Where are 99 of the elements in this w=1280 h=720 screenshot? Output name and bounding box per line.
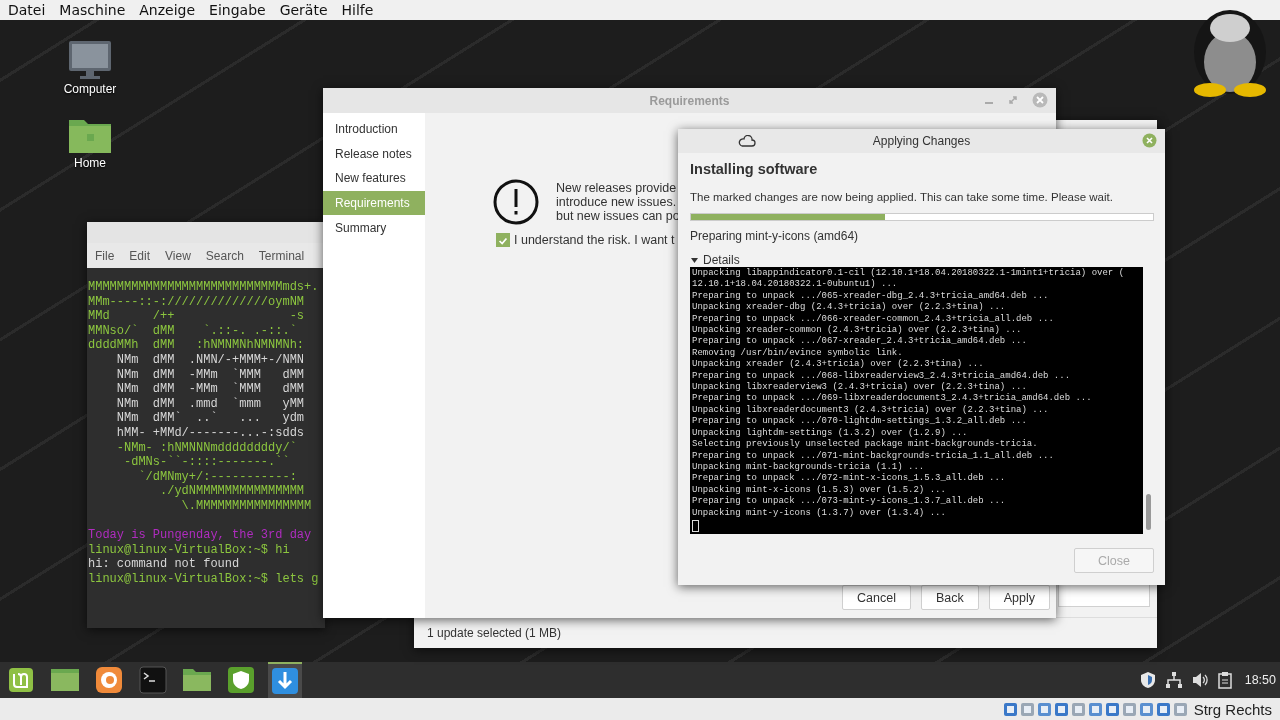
menu-item[interactable]: Anzeige [139, 2, 196, 18]
vm-status-icon[interactable] [1155, 701, 1171, 717]
log-line: Preparing to unpack .../069-libxreaderdocument3_2.4.3+tricia_amd64.deb ... [692, 393, 1093, 405]
vm-status-icon[interactable] [1087, 701, 1103, 717]
terminal-line: NMm dMM -MMm `MMM dMM [115, 367, 306, 382]
dialog-button[interactable]: Cancel [842, 585, 911, 610]
terminal-line: MMd /++ -s [88, 309, 306, 324]
message-text: New releases provide [556, 181, 678, 195]
terminal-line: ./ydNMMMMMMMMMMMMMMM [159, 484, 306, 499]
terminal-line: NMm dMM -MMm `MMM dMM [115, 382, 306, 397]
description-text: The marked changes are now being applied. This can take some time. Please wait. [690, 191, 1114, 203]
close-icon[interactable] [1032, 92, 1048, 108]
host-key-label: Strg Rechts [1193, 700, 1272, 718]
terminal-line: MMMMMMMMMMMMMMMMMMMMMMMMMMMmds+. [88, 280, 320, 295]
text-cursor [692, 519, 699, 532]
terminal-line: \.MMMMMMMMMMMMMMMM [180, 498, 313, 514]
log-line: Unpacking mint-x-icons (1.5.3) over (1.5.2) ... [692, 484, 947, 496]
menu-item[interactable]: File [95, 248, 115, 263]
vm-status-icon[interactable] [1019, 701, 1035, 717]
cloud-icon [738, 135, 756, 147]
log-line: Unpacking mint-y-icons (1.3.7) over (1.3.4) ... [692, 507, 947, 519]
window-title: Applying Changes [872, 134, 971, 148]
sidebar-item[interactable]: New features [323, 166, 425, 191]
desktop-icon-label[interactable]: Home [74, 156, 106, 170]
vm-status-icon[interactable] [1138, 701, 1154, 717]
terminal-line: ddddMMh dMM :hNMNMNhNMNMNh: [88, 338, 306, 353]
desktop-icon-label[interactable]: Computer [63, 82, 117, 96]
sidebar-item[interactable]: Summary [323, 215, 425, 240]
terminal-line: -dMNs-``-::::-------.`` [123, 455, 291, 470]
menu-item[interactable]: Terminal [258, 248, 305, 263]
clock[interactable]: 18:50 [1244, 673, 1276, 687]
log-line: 12.10.1+18.04.20180322.1-0ubuntu1) ... [692, 279, 899, 291]
menu-item[interactable]: Eingabe [209, 2, 266, 18]
text-field[interactable] [1058, 584, 1150, 607]
log-line: Preparing to unpack .../067-xreader_2.4.3+tricia_amd64.deb ... [692, 336, 1028, 348]
log-line: Preparing to unpack .../066-xreader-common_2.4.3+tricia_all.deb ... [692, 313, 1055, 325]
dialog-button[interactable]: Back [920, 585, 979, 610]
terminal-line: `/dMNmy+/:-----------: [137, 469, 298, 485]
log-line: Unpacking libxreaderdocument3 (2.4.3+tricia) over (2.2.3+tina) ... [692, 404, 1050, 416]
dialog-button[interactable]: Apply [988, 585, 1050, 610]
menu-item[interactable]: View [165, 248, 191, 263]
scrollbar-thumb[interactable] [1146, 494, 1151, 530]
warning-icon [493, 179, 539, 225]
terminal-line: hi: command not found [88, 557, 241, 572]
vm-status-icon[interactable] [1002, 701, 1018, 717]
status-text: Preparing mint-y-icons (amd64) [690, 229, 860, 243]
menu-item[interactable]: Hilfe [341, 2, 374, 18]
log-line: Unpacking lightdm-settings (1.3.2) over (1.2.9) ... [692, 427, 969, 439]
checkbox-label[interactable]: I understand the risk. I want t [514, 233, 675, 247]
terminal-line: NMm dMM` ..` ... ydm [115, 411, 306, 426]
vm-status-icon[interactable] [1121, 701, 1137, 717]
log-line: Unpacking libxreaderview3 (2.4.3+tricia) over (2.2.3+tina) ... [692, 382, 1028, 393]
sidebar-item[interactable]: Release notes [323, 141, 425, 167]
checkbox[interactable] [496, 233, 510, 247]
log-line: Preparing to unpack .../068-libxreaderview3_2.4.3+tricia_amd64.deb ... [692, 370, 1072, 382]
message-text: introduce new issues. [556, 195, 678, 209]
terminal-line: NMm dMM .mmd `mmm yMM [115, 396, 306, 411]
heading: Installing software [690, 161, 819, 177]
menu-item[interactable]: Datei [8, 2, 46, 18]
log-line: Preparing to unpack .../065-xreader-dbg_2.4.3+tricia_amd64.deb ... [692, 290, 1050, 302]
vm-status-icon[interactable] [1053, 701, 1069, 717]
vm-status-icon[interactable] [1070, 701, 1086, 717]
log-line: Preparing to unpack .../072-mint-x-icons_1.5.3_all.deb ... [692, 473, 1007, 485]
terminal-line: linux@linux-VirtualBox:~$ lets g [88, 571, 320, 587]
terminal-line: hMM- +MMd/-------...-:sdds [115, 425, 306, 441]
caret-icon [690, 255, 699, 265]
menu-item[interactable]: Edit [129, 248, 151, 263]
close-icon[interactable] [1142, 133, 1157, 148]
window-title: Requirements [649, 93, 730, 108]
taskbar-button[interactable] [268, 662, 302, 698]
vm-status-icon[interactable] [1104, 701, 1120, 717]
network-icon[interactable] [1164, 671, 1183, 689]
clipboard-icon[interactable] [1216, 671, 1233, 689]
vm-status-icon[interactable] [1036, 701, 1052, 717]
shield-icon[interactable] [1138, 671, 1157, 689]
log-line: Unpacking libappindicator0.1-cil (12.10.1+18.04.20180322.1-1mint1+tricia) over ( [692, 268, 1126, 279]
terminal-line: NMm dMM .NMN/-+MMM+-/NMN [115, 352, 306, 368]
log-line: Removing /usr/bin/evince symbolic link. [692, 347, 904, 359]
log-line: Selecting previously unselected package mint-backgrounds-tricia. [692, 439, 1039, 451]
menu-item[interactable]: Search [205, 248, 244, 263]
terminal-line: MMm----::-://////////////oymNM [88, 294, 306, 310]
log-line: Preparing to unpack .../070-lightdm-settings_1.3.2_all.deb ... [692, 416, 1028, 428]
sidebar-item[interactable]: Introduction [323, 117, 425, 142]
terminal-line: MMNso/` dMM `.::-. .-::.` [88, 323, 298, 339]
log-line: Unpacking xreader-common (2.4.3+tricia) over (2.2.3+tina) ... [692, 325, 1023, 336]
menu-item[interactable]: Maschine [59, 2, 126, 18]
terminal-line: Today is Pungenday, the 3rd day [88, 528, 313, 543]
log-line: Unpacking mint-backgrounds-tricia (1.1) ... [692, 461, 926, 473]
terminal-line: -NMm- :hNMNNNmddddddddy/` [115, 440, 298, 455]
log-line: Preparing to unpack .../073-mint-y-icons_1.3.7_all.deb ... [692, 496, 1007, 508]
terminal-line: linux@linux-VirtualBox:~$ hi [88, 542, 291, 558]
details-expander[interactable]: Details [690, 253, 740, 267]
log-line: Unpacking xreader (2.4.3+tricia) over (2.2.3+tina) ... [692, 359, 985, 371]
monitor-icon[interactable] [68, 40, 112, 80]
volume-icon[interactable] [1190, 671, 1209, 689]
vm-status-icon[interactable] [1172, 701, 1188, 717]
log-line: Unpacking xreader-dbg (2.4.3+tricia) over (2.2.3+tina) ... [692, 302, 1007, 314]
menu-item[interactable]: Geräte [279, 2, 328, 18]
log-line: Preparing to unpack .../071-mint-backgrounds-tricia_1.1_all.deb ... [692, 450, 1055, 462]
